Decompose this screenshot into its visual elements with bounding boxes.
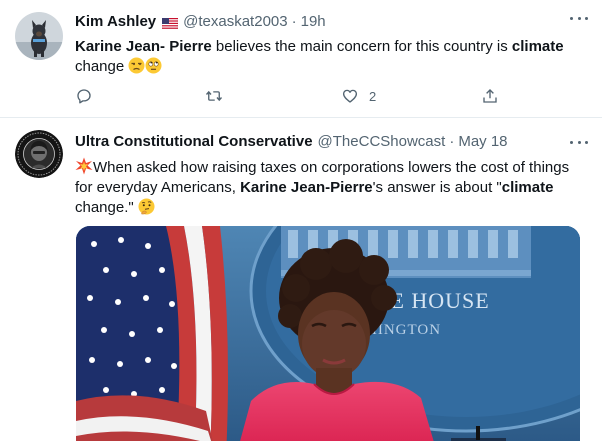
tweet[interactable]: Kim Ashley @texaskat2003 · 19h Karine Je…: [0, 0, 602, 118]
reply-button[interactable]: [75, 86, 103, 106]
tweet-actions: 2: [75, 86, 505, 106]
display-name[interactable]: Ultra Constitutional Conservative: [75, 133, 313, 150]
tweet[interactable]: Ultra Constitutional Conservative @TheCC…: [0, 119, 602, 441]
tweet-text: When asked how raising taxes on corporat…: [75, 157, 580, 218]
bold-word: climate: [501, 179, 554, 196]
us-flag-icon: [161, 16, 179, 30]
retweet-button[interactable]: [205, 86, 233, 106]
separator: ·: [449, 133, 455, 150]
press-briefing-image: TE HOUSE HINGTON: [76, 226, 580, 441]
text-segment: believes the main concern for this count…: [211, 38, 512, 55]
more-icon[interactable]: [570, 138, 588, 146]
timestamp[interactable]: 19h: [301, 13, 326, 30]
timestamp[interactable]: May 18: [458, 133, 507, 150]
text-segment: change.": [75, 199, 138, 216]
text-segment: change: [75, 58, 129, 75]
like-icon: [342, 89, 358, 103]
mention-name: Karine Jean-Pierre: [240, 179, 373, 196]
retweet-icon: [205, 90, 223, 102]
avatar[interactable]: [15, 130, 63, 178]
mention-name: Karine Jean- Pierre: [75, 38, 212, 55]
reply-icon: [77, 89, 91, 104]
handle[interactable]: @TheCCShowcast: [318, 133, 446, 150]
like-button[interactable]: 2: [341, 86, 376, 106]
video-thumbnail[interactable]: TE HOUSE HINGTON: [76, 226, 580, 441]
eye-roll-face-icon: [145, 57, 162, 74]
more-icon[interactable]: [570, 14, 588, 22]
avatar[interactable]: [15, 12, 63, 60]
separator: ·: [291, 13, 297, 30]
tweet-header: Ultra Constitutional Conservative @TheCC…: [75, 132, 590, 151]
display-name[interactable]: Kim Ashley: [75, 13, 156, 30]
like-count: 2: [369, 88, 377, 104]
thinking-face-icon: [138, 198, 155, 215]
tweet-text: Karine Jean- Pierre believes the main co…: [75, 37, 575, 77]
share-icon: [483, 89, 497, 103]
tweet-header: Kim Ashley @texaskat2003 · 19h: [75, 12, 590, 31]
bold-word: climate: [511, 38, 564, 55]
share-button[interactable]: [481, 86, 509, 106]
collision-icon: [75, 157, 93, 175]
handle[interactable]: @texaskat2003: [183, 13, 287, 30]
text-segment: 's answer is about ": [372, 179, 502, 196]
unamused-face-icon: [128, 57, 145, 74]
